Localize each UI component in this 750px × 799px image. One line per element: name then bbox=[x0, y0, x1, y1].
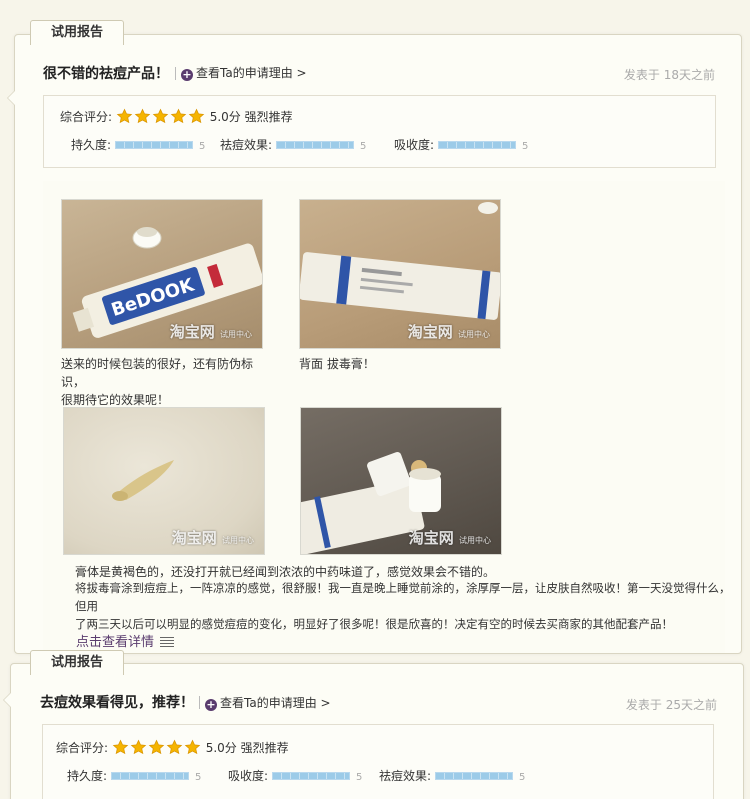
metric-durability: 持久度: 5 bbox=[67, 767, 201, 784]
overall-label: 综合评分: bbox=[60, 110, 113, 124]
posted-time: 发表于 18天之前 bbox=[623, 68, 715, 82]
watermark-text: 淘宝网 bbox=[171, 529, 217, 547]
photo-caption: 背面 拔毒膏！ bbox=[299, 355, 509, 373]
metric-absorption: 吸收度: 5 bbox=[394, 136, 528, 153]
metric-value: 5 bbox=[195, 772, 202, 783]
review-card: 很不错的祛痘产品！ + 查看Ta的申请理由 > 发表于 18天之前 综合评分: 5… bbox=[7, 34, 742, 654]
star-rating bbox=[116, 108, 206, 125]
posted-time: 发表于 25天之前 bbox=[625, 698, 717, 712]
apply-reason-link[interactable]: + 查看Ta的申请理由 > bbox=[205, 694, 331, 711]
review-title: 很不错的祛痘产品！ bbox=[43, 66, 169, 82]
photo-caption: 送来的时候包装的很好，还有防伪标识， 很期待它的效果呢！ bbox=[61, 355, 271, 409]
watermark-sub: 试用中心 bbox=[459, 536, 491, 545]
metric-bar bbox=[272, 772, 351, 780]
star-icon bbox=[116, 108, 133, 125]
star-icon bbox=[188, 108, 205, 125]
overall-score: 5.0分 bbox=[205, 741, 237, 755]
caption-line: 背面 拔毒膏！ bbox=[299, 357, 375, 371]
metric-bar bbox=[276, 141, 355, 149]
star-icon bbox=[112, 739, 129, 756]
view-details-label: 点击查看详情 bbox=[76, 635, 155, 650]
metric-label: 祛痘效果: bbox=[379, 769, 432, 783]
star-icon bbox=[130, 739, 147, 756]
review-title: 去痘效果看得见，推荐！ bbox=[40, 695, 194, 711]
watermark: 淘宝网 试用中心 bbox=[170, 321, 252, 342]
apply-reason-link[interactable]: + 查看Ta的申请理由 > bbox=[181, 64, 307, 81]
watermark-sub: 试用中心 bbox=[220, 330, 252, 339]
metric-bar bbox=[438, 141, 517, 149]
body-line: 将拔毒膏涂到痘痘上，一阵凉凉的感觉，很舒服！我一直是晚上睡觉前涂的，涂厚厚一层，… bbox=[75, 581, 731, 613]
view-details-link[interactable]: 点击查看详情 bbox=[76, 631, 175, 650]
plus-circle-icon: + bbox=[205, 698, 217, 711]
star-icon bbox=[134, 108, 151, 125]
product-photo[interactable]: 淘宝网 试用中心 bbox=[300, 407, 502, 555]
metric-acne-effect: 祛痘效果: 5 bbox=[220, 136, 366, 153]
watermark-sub: 试用中心 bbox=[222, 536, 254, 545]
card-pointer bbox=[3, 692, 11, 708]
metric-value: 5 bbox=[356, 772, 363, 783]
metric-bar bbox=[115, 141, 194, 149]
tab-trial-report[interactable]: 试用报告 bbox=[30, 20, 124, 46]
review-card: 去痘效果看得见，推荐！ + 查看Ta的申请理由 > 发表于 25天之前 综合评分:… bbox=[3, 663, 744, 799]
tab-underline bbox=[33, 674, 121, 676]
overall-label: 综合评分: bbox=[56, 741, 109, 755]
review-body: 将拔毒膏涂到痘痘上，一阵凉凉的感觉，很舒服！我一直是晚上睡觉前涂的，涂厚厚一层，… bbox=[75, 579, 735, 633]
metric-durability: 持久度: 5 bbox=[71, 136, 205, 153]
metric-acne-effect: 祛痘效果: 5 bbox=[379, 767, 525, 784]
star-icon bbox=[166, 739, 183, 756]
tab-label: 试用报告 bbox=[50, 655, 103, 670]
watermark: 淘宝网 试用中心 bbox=[409, 527, 491, 548]
watermark: 淘宝网 试用中心 bbox=[172, 527, 254, 548]
tab-trial-report[interactable]: 试用报告 bbox=[30, 650, 124, 676]
watermark-text: 淘宝网 bbox=[407, 323, 453, 341]
watermark-text: 淘宝网 bbox=[408, 529, 454, 547]
metric-bar bbox=[111, 772, 190, 780]
overall-rating: 综合评分: 5.0分 强烈推荐 bbox=[60, 108, 293, 125]
product-photo[interactable]: 淘宝网 试用中心 bbox=[299, 199, 501, 349]
metric-label: 吸收度: bbox=[228, 769, 269, 783]
star-icon bbox=[184, 739, 201, 756]
photo-gallery: BeDOOK 淘宝网 试用中心 送来的时候包装的很好，还有防伪标识， 很期待它的… bbox=[43, 181, 731, 653]
score-panel: 综合评分: 5.0分 强烈推荐 持久度: 5 吸收度: 5 祛痘效果: 5 bbox=[42, 724, 714, 799]
metric-label: 吸收度: bbox=[394, 138, 435, 152]
metric-label: 持久度: bbox=[71, 138, 112, 152]
star-icon bbox=[170, 108, 187, 125]
tab-underline bbox=[33, 44, 121, 46]
score-panel: 综合评分: 5.0分 强烈推荐 持久度: 5 祛痘效果: 5 吸收度: 5 bbox=[43, 95, 716, 168]
metric-value: 5 bbox=[360, 141, 367, 152]
overall-rating: 综合评分: 5.0分 强烈推荐 bbox=[56, 739, 289, 756]
plus-circle-icon: + bbox=[181, 68, 193, 81]
metric-absorption: 吸收度: 5 bbox=[228, 767, 362, 784]
metric-label: 祛痘效果: bbox=[220, 138, 273, 152]
star-icon bbox=[152, 108, 169, 125]
watermark: 淘宝网 试用中心 bbox=[408, 321, 490, 342]
metric-label: 持久度: bbox=[67, 769, 108, 783]
watermark-text: 淘宝网 bbox=[169, 323, 215, 341]
card-pointer bbox=[7, 90, 15, 106]
star-icon bbox=[148, 739, 165, 756]
divider bbox=[175, 67, 176, 80]
caption-line: 送来的时候包装的很好，还有防伪标识， bbox=[61, 357, 254, 389]
overall-verdict: 强烈推荐 bbox=[244, 110, 293, 124]
tab-label: 试用报告 bbox=[50, 25, 103, 40]
list-icon bbox=[160, 637, 175, 647]
metric-value: 5 bbox=[519, 772, 526, 783]
metric-bar bbox=[435, 772, 514, 780]
product-photo[interactable]: BeDOOK 淘宝网 试用中心 bbox=[61, 199, 263, 349]
overall-verdict: 强烈推荐 bbox=[240, 741, 289, 755]
product-photo[interactable]: 淘宝网 试用中心 bbox=[63, 407, 265, 555]
metric-value: 5 bbox=[522, 141, 529, 152]
metric-value: 5 bbox=[199, 141, 206, 152]
apply-reason-label: 查看Ta的申请理由 > bbox=[196, 66, 307, 80]
star-rating bbox=[112, 739, 202, 756]
overall-score: 5.0分 bbox=[209, 110, 241, 124]
divider bbox=[199, 696, 200, 709]
watermark-sub: 试用中心 bbox=[458, 330, 490, 339]
apply-reason-label: 查看Ta的申请理由 > bbox=[220, 696, 331, 710]
